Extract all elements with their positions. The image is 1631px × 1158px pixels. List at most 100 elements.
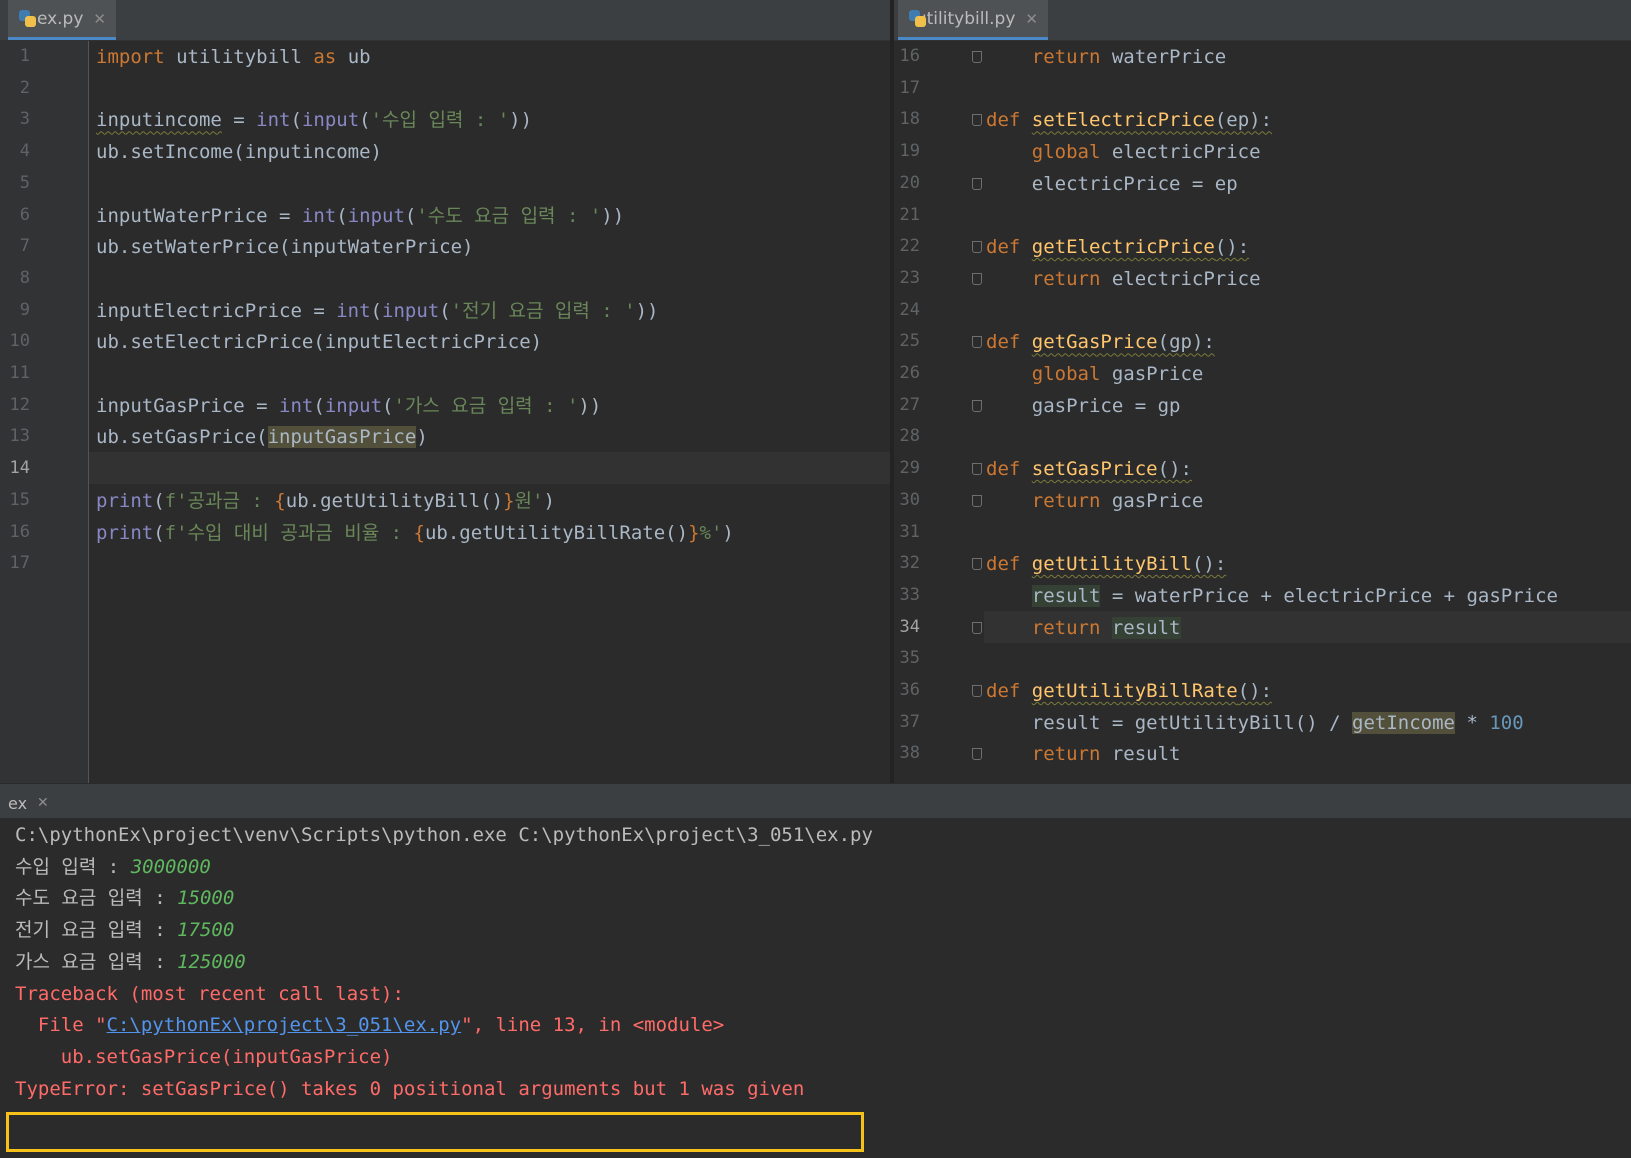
python-file-icon <box>908 9 926 29</box>
code-line[interactable]: global electricPrice <box>986 136 1261 168</box>
line-number: 30 <box>899 489 920 510</box>
line-number: 3 <box>19 109 30 130</box>
code-line[interactable]: return electricPrice <box>986 263 1261 295</box>
close-icon[interactable]: ✕ <box>37 795 49 811</box>
line-number: 12 <box>9 394 30 415</box>
console-line: File "C:\pythonEx\project\3_051\ex.py", … <box>15 1014 725 1037</box>
fold-close-icon[interactable] <box>972 272 982 285</box>
fold-close-icon[interactable] <box>972 748 982 761</box>
code-line[interactable]: print(f'공과금 : {ub.getUtilityBill()}원') <box>96 485 555 517</box>
run-console-output[interactable]: C:\pythonEx\project\venv\Scripts\python.… <box>0 818 1631 1158</box>
line-number: 5 <box>19 172 30 193</box>
line-number: 35 <box>899 648 920 669</box>
error-highlight-box <box>6 1112 864 1152</box>
fold-open-icon[interactable] <box>972 114 982 127</box>
line-number: 1 <box>19 46 30 66</box>
line-number: 37 <box>899 711 920 732</box>
code-line[interactable]: def getElectricPrice(): <box>986 231 1249 263</box>
tab-utilitybill-py[interactable]: utilitybill.py ✕ <box>898 0 1048 40</box>
code-line[interactable]: inputElectricPrice = int(input('전기 요금 입력… <box>96 295 659 327</box>
line-number: 2 <box>19 77 30 98</box>
fold-open-icon[interactable] <box>972 558 982 571</box>
code-line[interactable]: def setGasPrice(): <box>986 453 1192 485</box>
fold-close-icon[interactable] <box>972 621 982 634</box>
line-number: 34 <box>899 616 920 637</box>
line-number: 13 <box>9 426 30 447</box>
console-line: ub.setGasPrice(inputGasPrice) <box>15 1045 393 1068</box>
code-line[interactable]: ub.setIncome(inputincome) <box>96 136 382 168</box>
right-tab-bar: utilitybill.py ✕ <box>894 0 1631 41</box>
tab-ex-py[interactable]: ex.py ✕ <box>8 0 116 40</box>
code-line[interactable]: return waterPrice <box>986 41 1226 73</box>
run-tool-window-header: ex ✕ <box>0 783 1631 818</box>
line-number: 6 <box>19 204 30 225</box>
console-line: Traceback (most recent call last): <box>15 982 404 1005</box>
code-line[interactable]: ub.setGasPrice(inputGasPrice) <box>96 421 428 453</box>
line-number: 33 <box>899 584 920 605</box>
code-line[interactable]: def getUtilityBillRate(): <box>986 675 1272 707</box>
line-number: 22 <box>899 236 920 257</box>
line-number: 26 <box>899 363 920 383</box>
code-line[interactable]: def getGasPrice(gp): <box>986 326 1215 358</box>
left-tab-bar: ex.py ✕ <box>0 0 890 41</box>
line-number: 11 <box>9 363 30 383</box>
fold-open-icon[interactable] <box>972 336 982 349</box>
line-number: 14 <box>9 458 30 479</box>
line-number: 15 <box>9 489 30 510</box>
line-number: 38 <box>899 743 920 764</box>
fold-close-icon[interactable] <box>972 51 982 63</box>
tab-label: utilitybill.py <box>915 8 1016 29</box>
line-number: 24 <box>899 299 920 320</box>
line-number: 10 <box>9 331 30 352</box>
code-line[interactable]: return result <box>986 738 1181 770</box>
line-number: 17 <box>9 553 30 574</box>
code-line[interactable]: return gasPrice <box>986 485 1204 517</box>
line-number: 17 <box>899 77 920 98</box>
line-number: 8 <box>19 267 30 288</box>
code-line[interactable]: def setElectricPrice(ep): <box>986 104 1272 136</box>
console-line: 수도 요금 입력 : 15000 <box>15 887 235 910</box>
fold-open-icon[interactable] <box>972 241 982 254</box>
code-line[interactable]: ub.setElectricPrice(inputElectricPrice) <box>96 326 542 358</box>
code-line[interactable]: ub.setWaterPrice(inputWaterPrice) <box>96 231 474 263</box>
line-number: 31 <box>899 521 920 542</box>
code-line[interactable]: result = waterPrice + electricPrice + ga… <box>986 580 1558 612</box>
line-number: 19 <box>899 141 920 162</box>
console-line: 가스 요금 입력 : 125000 <box>15 950 246 973</box>
code-line[interactable]: result = getUtilityBill() / getIncome * … <box>986 707 1524 739</box>
code-line[interactable]: electricPrice = ep <box>986 168 1238 200</box>
line-number: 32 <box>899 553 920 574</box>
python-file-icon <box>18 9 36 29</box>
code-line[interactable]: import utilitybill as ub <box>96 41 371 73</box>
editor-utilitybill-py[interactable]: 16 return waterPrice 17 18 def setElectricP… <box>894 41 1631 783</box>
code-line[interactable]: return result <box>986 612 1181 644</box>
line-number: 23 <box>899 267 920 288</box>
code-line[interactable]: def getUtilityBill(): <box>986 548 1226 580</box>
line-number: 7 <box>19 236 30 257</box>
run-tab-ex[interactable]: ex ✕ <box>8 788 49 818</box>
fold-open-icon[interactable] <box>972 685 982 697</box>
line-number: 27 <box>899 394 920 415</box>
close-icon[interactable]: ✕ <box>93 10 106 28</box>
console-line: C:\pythonEx\project\venv\Scripts\python.… <box>15 824 873 846</box>
fold-open-icon[interactable] <box>972 463 982 476</box>
fold-close-icon[interactable] <box>972 494 982 507</box>
tab-label: ex.py <box>36 8 84 29</box>
code-line[interactable]: inputWaterPrice = int(input('수도 요금 입력 : … <box>96 200 624 232</box>
code-line[interactable]: global gasPrice <box>986 358 1204 390</box>
console-line: 전기 요금 입력 : 17500 <box>15 919 235 942</box>
line-number: 16 <box>9 521 30 542</box>
editor-ex-py[interactable]: 1 import utilitybill as ub 2 3 inputincome =… <box>0 41 890 783</box>
current-line-highlight <box>89 452 890 484</box>
line-number: 20 <box>899 172 920 193</box>
code-line[interactable]: inputGasPrice = int(input('가스 요금 입력 : ')… <box>96 390 601 422</box>
fold-close-icon[interactable] <box>972 399 982 412</box>
code-line[interactable]: print(f'수입 대비 공과금 비율 : {ub.getUtilityBil… <box>96 517 734 549</box>
line-number: 25 <box>899 331 920 352</box>
fold-close-icon[interactable] <box>972 177 982 190</box>
code-line[interactable]: inputincome = int(input('수입 입력 : ')) <box>96 104 532 136</box>
line-number: 28 <box>899 426 920 447</box>
close-icon[interactable]: ✕ <box>1025 10 1038 28</box>
code-line[interactable]: gasPrice = gp <box>986 390 1181 422</box>
run-tab-label: ex <box>8 793 28 813</box>
